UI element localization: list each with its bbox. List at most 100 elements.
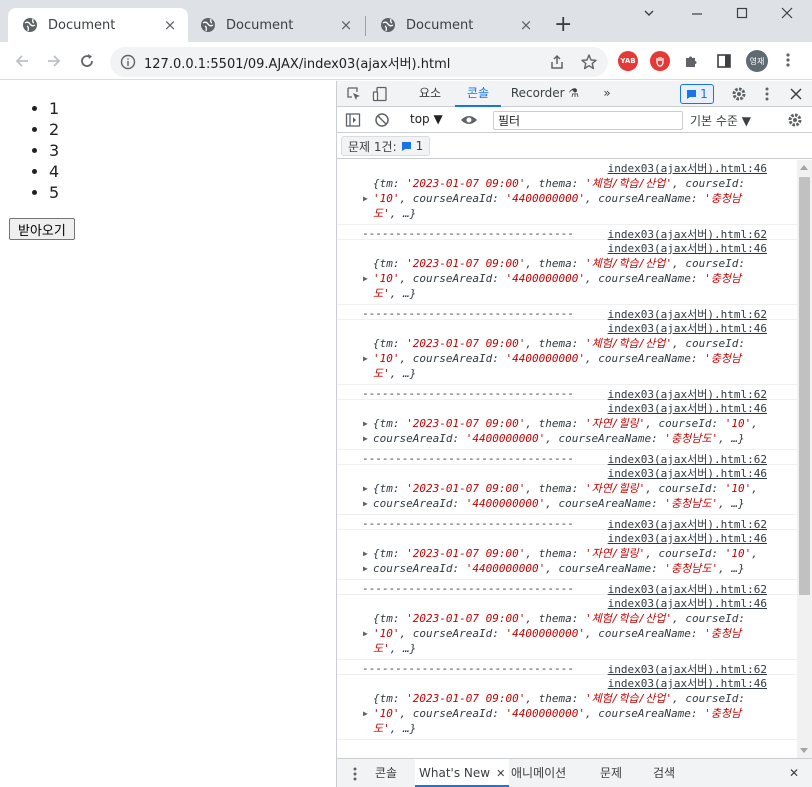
object-preview[interactable]: {tm: '2023-01-07 09:00', thema: '체험/학습/산…	[337, 336, 797, 381]
tab-close-button[interactable]: ×	[162, 17, 178, 33]
key-text: , courseAreaName:	[584, 272, 705, 285]
source-link[interactable]: index03(ajax서버).html:46	[337, 162, 797, 176]
scrollbar-thumb[interactable]	[799, 177, 810, 595]
drawer-tab-issues[interactable]: 문제	[600, 759, 622, 787]
drawer-tab-search[interactable]: 검색	[653, 759, 675, 787]
back-arrow-icon[interactable]	[11, 50, 33, 72]
object-preview[interactable]: {tm: '2023-01-07 09:00', thema: '체험/학습/산…	[337, 691, 797, 736]
browser-tab[interactable]: Document ×	[366, 8, 544, 42]
drawer-tab-console[interactable]: 콘솔	[375, 759, 397, 787]
drawer-tab-whats-new[interactable]: What's New ✕	[415, 759, 510, 787]
yab-extension-icon[interactable]: YAB	[618, 51, 638, 71]
adblock-extension-icon[interactable]	[650, 51, 670, 71]
context-select[interactable]: top ▼	[410, 112, 443, 126]
source-link[interactable]: index03(ajax서버).html:46	[337, 402, 797, 416]
console-message: index03(ajax서버).html:46 {tm: '2023-01-07 …	[337, 160, 797, 225]
object-preview-line: 도', …}	[373, 206, 767, 221]
scroll-up-arrow-icon[interactable]	[800, 165, 808, 170]
expand-triangle-icon[interactable]: ▶	[363, 626, 368, 641]
tab-elements[interactable]: 요소	[410, 81, 450, 107]
share-icon[interactable]	[548, 53, 566, 71]
source-link[interactable]: index03(ajax서버).html:46	[337, 597, 797, 611]
expand-triangle-icon[interactable]: ▶	[363, 546, 368, 561]
more-tabs-button[interactable]: »	[597, 81, 617, 107]
expand-triangle-icon[interactable]: ▶	[363, 431, 368, 446]
drawer-close-button[interactable]: ✕	[789, 759, 799, 787]
browser-tab[interactable]: Document ×	[186, 8, 364, 42]
source-link[interactable]: index03(ajax서버).html:46	[337, 467, 797, 481]
object-preview[interactable]: ▶ {tm: '2023-01-07 09:00', thema: '자연/힐링'…	[337, 416, 797, 446]
string-value: '체험/학습/산업'	[584, 692, 673, 705]
close-icon[interactable]: ✕	[496, 767, 505, 780]
devtools-close-icon[interactable]	[788, 86, 804, 102]
maximize-button[interactable]	[735, 6, 749, 24]
object-preview[interactable]: ▶ {tm: '2023-01-07 09:00', thema: '자연/힐링'…	[337, 546, 797, 576]
bookmark-star-icon[interactable]	[580, 53, 598, 71]
drawer-tab-animations[interactable]: 애니메이션	[511, 759, 566, 787]
clear-console-icon[interactable]	[374, 112, 390, 128]
side-panel-icon[interactable]	[714, 51, 734, 71]
scroll-down-arrow-icon[interactable]	[800, 748, 808, 753]
source-link[interactable]: index03(ajax서버).html:46	[337, 532, 797, 546]
new-tab-button[interactable]: +	[554, 14, 572, 36]
key-text: , courseAreaId:	[399, 192, 506, 205]
live-expression-eye-icon[interactable]	[460, 112, 477, 128]
reload-icon[interactable]	[76, 50, 98, 72]
browser-tab-active[interactable]: Document ×	[8, 8, 188, 42]
expand-triangle-icon[interactable]: ▶	[363, 191, 368, 206]
inspect-element-icon[interactable]	[346, 86, 362, 102]
object-preview[interactable]: {tm: '2023-01-07 09:00', thema: '체험/학습/산…	[337, 176, 797, 221]
key-text: , courseAreaId:	[399, 627, 506, 640]
devtools-menu-icon[interactable]	[759, 86, 775, 102]
fetch-button[interactable]: 받아오기	[9, 218, 75, 240]
puzzle-extensions-icon[interactable]	[682, 51, 702, 71]
object-preview[interactable]: {tm: '2023-01-07 09:00', thema: '체험/학습/산…	[337, 611, 797, 656]
issues-bar: 문제 1건: 1	[337, 133, 812, 159]
source-link[interactable]: index03(ajax서버).html:46	[337, 677, 797, 691]
issues-chip[interactable]: 1	[680, 84, 714, 104]
object-preview[interactable]: {tm: '2023-01-07 09:00', thema: '체험/학습/산…	[337, 256, 797, 301]
key-text: ,	[751, 482, 758, 495]
expand-triangle-icon[interactable]: ▶	[363, 481, 368, 496]
profile-avatar[interactable]: 영재	[746, 50, 768, 72]
log-level-select[interactable]: 기본 수준 ▼	[690, 112, 751, 129]
expand-triangle-icon[interactable]: ▶	[363, 561, 368, 576]
string-value: '체험/학습/산업'	[584, 337, 673, 350]
string-value: '4400000000'	[505, 627, 585, 640]
object-preview[interactable]: ▶ {tm: '2023-01-07 09:00', thema: '자연/힐링'…	[337, 481, 797, 511]
string-value: 도'	[373, 722, 390, 735]
tab-close-button[interactable]: ×	[518, 17, 534, 33]
source-link[interactable]: index03(ajax서버).html:46	[337, 242, 797, 256]
address-bar[interactable]: 127.0.0.1:5501/09.AJAX/index03(ajax서버).h…	[110, 47, 608, 77]
expand-triangle-icon[interactable]: ▶	[363, 496, 368, 511]
expand-triangle-icon[interactable]: ▶	[363, 706, 368, 721]
site-info-icon[interactable]	[120, 54, 136, 70]
device-toolbar-icon[interactable]	[372, 86, 388, 102]
drawer-menu-icon[interactable]	[347, 766, 363, 782]
expand-triangle-icon[interactable]: ▶	[363, 351, 368, 366]
expand-triangle-icon[interactable]: ▶	[363, 416, 368, 431]
minimize-button[interactable]	[690, 6, 704, 24]
issues-button[interactable]: 문제 1건: 1	[341, 136, 431, 156]
tab-search-icon[interactable]	[642, 6, 656, 24]
settings-gear-icon[interactable]	[731, 86, 747, 102]
tab-close-button[interactable]: ×	[338, 17, 354, 33]
console-scrollbar[interactable]	[797, 160, 812, 758]
globe-icon	[22, 17, 38, 33]
console-settings-gear-icon[interactable]	[787, 112, 803, 128]
key-text: , courseAreaName:	[584, 627, 705, 640]
page-viewport: 1 2 3 4 5 받아오기	[0, 81, 336, 787]
key-text: , courseId:	[672, 257, 746, 270]
forward-arrow-icon[interactable]	[43, 50, 65, 72]
browser-menu-icon[interactable]	[786, 52, 790, 72]
tab-console[interactable]: 콘솔	[455, 81, 501, 107]
sidebar-toggle-icon[interactable]	[345, 112, 361, 128]
close-window-button[interactable]	[780, 6, 794, 24]
expand-triangle-icon[interactable]: ▶	[363, 271, 368, 286]
separator-log: -------------------------------- index03(…	[337, 515, 797, 531]
number-list: 1 2 3 4 5	[49, 98, 59, 203]
console-filter-input[interactable]	[493, 111, 683, 130]
key-text: courseAreaId:	[373, 497, 466, 510]
source-link[interactable]: index03(ajax서버).html:46	[337, 322, 797, 336]
tab-recorder[interactable]: Recorder ⚗	[507, 81, 583, 107]
